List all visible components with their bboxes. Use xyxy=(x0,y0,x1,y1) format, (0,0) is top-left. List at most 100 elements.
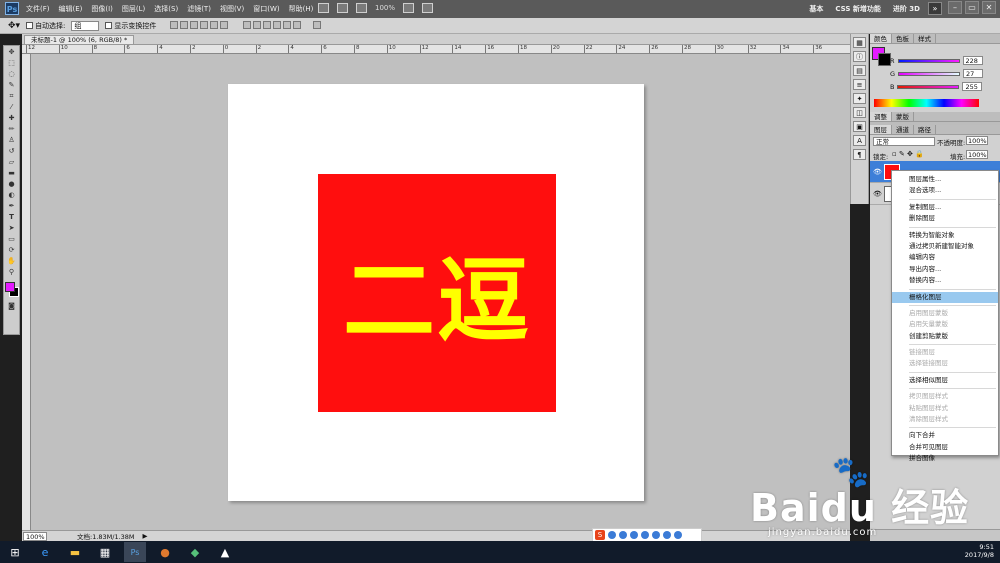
crop-tool-icon[interactable]: ⌗ xyxy=(5,91,18,101)
distribute-left-icon[interactable] xyxy=(272,20,281,29)
quick-select-tool-icon[interactable]: ✎ xyxy=(5,80,18,90)
history-panel-icon[interactable]: ▦ xyxy=(853,37,866,48)
context-menu-item[interactable]: 删除图层 xyxy=(892,213,998,224)
menu-item[interactable]: 图像(I) xyxy=(91,4,113,14)
sogou-ime-icon[interactable]: S xyxy=(595,530,605,540)
start-button-icon[interactable]: ⊞ xyxy=(4,542,26,562)
type-tool-icon[interactable]: T xyxy=(5,212,18,222)
dodge-tool-icon[interactable]: ◐ xyxy=(5,190,18,200)
hand-tool-icon[interactable]: ✋ xyxy=(5,256,18,266)
eraser-tool-icon[interactable]: ▱ xyxy=(5,157,18,167)
context-menu-item[interactable]: 编辑内容 xyxy=(892,252,998,263)
context-menu-item[interactable]: 混合选项... xyxy=(892,185,998,196)
menu-item[interactable]: 图层(L) xyxy=(122,4,145,14)
align-right-icon[interactable] xyxy=(220,20,229,29)
layers-panel-tab[interactable]: 图层 xyxy=(870,125,892,134)
clone-stamp-tool-icon[interactable]: ♙ xyxy=(5,135,18,145)
menu-item[interactable]: 滤镜(T) xyxy=(187,4,211,14)
menu-item[interactable]: 窗口(W) xyxy=(253,4,279,14)
color-panel-tab[interactable]: 样式 xyxy=(914,34,936,43)
context-menu-item[interactable]: 导出内容... xyxy=(892,264,998,275)
visibility-eye-icon[interactable]: 👁 xyxy=(873,190,882,198)
status-menu-arrow-icon[interactable]: ▶ xyxy=(143,532,148,540)
channel-value-field[interactable]: 255 xyxy=(962,82,983,91)
store-icon[interactable]: ▦ xyxy=(94,542,116,562)
system-tray[interactable]: 9:51 2017/9/8 xyxy=(965,543,994,559)
color-spectrum-bar[interactable] xyxy=(874,99,979,107)
mini-bridge-icon[interactable] xyxy=(337,3,348,13)
3d-panel-icon[interactable]: ◫ xyxy=(853,107,866,118)
eyedropper-tool-icon[interactable]: ⁄ xyxy=(5,102,18,112)
menu-item[interactable]: 编辑(E) xyxy=(59,4,83,14)
context-menu-item[interactable]: 创建剪贴蒙版 xyxy=(892,331,998,342)
move-tool-icon[interactable]: ✥ xyxy=(5,47,18,57)
shape-tool-icon[interactable]: ▭ xyxy=(5,234,18,244)
adjust-panel-icon[interactable]: ≡ xyxy=(853,79,866,90)
brush-tool-icon[interactable]: ✏ xyxy=(5,124,18,134)
distribute-top-icon[interactable] xyxy=(242,20,251,29)
context-menu-item[interactable]: 栅格化图层 xyxy=(892,291,998,303)
channel-slider[interactable] xyxy=(898,71,961,76)
move-tool-icon[interactable]: ✥▾ xyxy=(8,21,20,31)
pen-tool-icon[interactable]: ✒ xyxy=(5,201,18,211)
character-panel-icon[interactable]: A xyxy=(853,135,866,146)
context-menu-item[interactable]: 选择相似图层 xyxy=(892,375,998,386)
distribute-hcenter-icon[interactable] xyxy=(282,20,291,29)
app-taskbar-icon[interactable]: ● xyxy=(154,542,176,562)
file-explorer-icon[interactable]: ▬ xyxy=(64,542,86,562)
healing-brush-tool-icon[interactable]: ✚ xyxy=(5,113,18,123)
layers-panel-tab[interactable]: 通道 xyxy=(892,125,914,134)
foreground-color-swatch[interactable] xyxy=(5,282,15,292)
masks-panel-icon[interactable]: ▣ xyxy=(853,121,866,132)
screen-mode-icon[interactable] xyxy=(422,3,434,13)
gradient-tool-icon[interactable]: ▬ xyxy=(5,168,18,178)
align-top-icon[interactable] xyxy=(170,20,179,29)
layers-panel-tab[interactable]: 路径 xyxy=(914,125,936,134)
workspace-more-button[interactable]: » xyxy=(928,2,942,15)
ime-voice-icon[interactable] xyxy=(641,531,649,539)
context-menu-item[interactable]: 复制图层... xyxy=(892,202,998,213)
info-panel-icon[interactable]: ⓘ xyxy=(853,51,866,62)
document-tab[interactable]: 未标题-1 @ 100% (6, RGB/8) * xyxy=(24,35,135,45)
workspace-option[interactable]: CSS 新增功能 xyxy=(835,4,880,14)
close-icon[interactable]: ✕ xyxy=(982,1,996,14)
context-menu-item[interactable]: 合并可见图层 xyxy=(892,442,998,453)
menu-item[interactable]: 文件(F) xyxy=(26,4,50,14)
ime-emoji-icon[interactable] xyxy=(630,531,638,539)
ime-mode-icon[interactable] xyxy=(608,531,616,539)
blur-tool-icon[interactable]: ● xyxy=(5,179,18,189)
align-left-icon[interactable] xyxy=(200,20,209,29)
status-zoom-field[interactable]: 100% xyxy=(23,531,47,541)
quick-mask-icon[interactable]: ◙ xyxy=(5,301,18,311)
minimize-icon[interactable]: – xyxy=(948,1,962,14)
distribute-right-icon[interactable] xyxy=(292,20,301,29)
bridge-icon[interactable] xyxy=(318,3,329,13)
distribute-bottom-icon[interactable] xyxy=(262,20,271,29)
path-select-tool-icon[interactable]: ➤ xyxy=(5,223,18,233)
color-panel-tab[interactable]: 色板 xyxy=(892,34,914,43)
arrange-documents-icon[interactable] xyxy=(403,3,415,13)
align-bottom-icon[interactable] xyxy=(190,20,199,29)
swatches-panel-icon[interactable]: ▤ xyxy=(853,65,866,76)
align-hcenter-icon[interactable] xyxy=(210,20,219,29)
channel-value-field[interactable]: 228 xyxy=(962,56,983,65)
adjust-panel-tab[interactable]: 调整 xyxy=(870,112,892,121)
auto-align-layers-icon[interactable] xyxy=(313,20,322,29)
workspace-option[interactable]: 进阶 3D xyxy=(893,4,920,14)
distribute-vcenter-icon[interactable] xyxy=(252,20,261,29)
auto-select-target-select[interactable]: 组 xyxy=(71,20,100,31)
view-extras-icon[interactable] xyxy=(356,3,367,13)
zoom-tool-icon[interactable]: ⚲ xyxy=(5,267,18,277)
ime-punct-icon[interactable] xyxy=(619,531,627,539)
menu-item[interactable]: 视图(V) xyxy=(220,4,244,14)
context-menu-item[interactable]: 替换内容... xyxy=(892,275,998,286)
marquee-tool-icon[interactable]: ⬚ xyxy=(5,58,18,68)
ime-tools-icon[interactable] xyxy=(674,531,682,539)
auto-select-checkbox[interactable]: 自动选择: xyxy=(26,21,65,31)
photoshop-taskbar-icon[interactable]: Ps xyxy=(124,542,146,562)
history-brush-tool-icon[interactable]: ↺ xyxy=(5,146,18,156)
red-square-layer[interactable]: 二逗 xyxy=(318,174,556,412)
styles-panel-icon[interactable]: ✦ xyxy=(853,93,866,104)
channel-slider[interactable] xyxy=(897,84,960,89)
3d-rotate-tool-icon[interactable]: ⟳ xyxy=(5,245,18,255)
